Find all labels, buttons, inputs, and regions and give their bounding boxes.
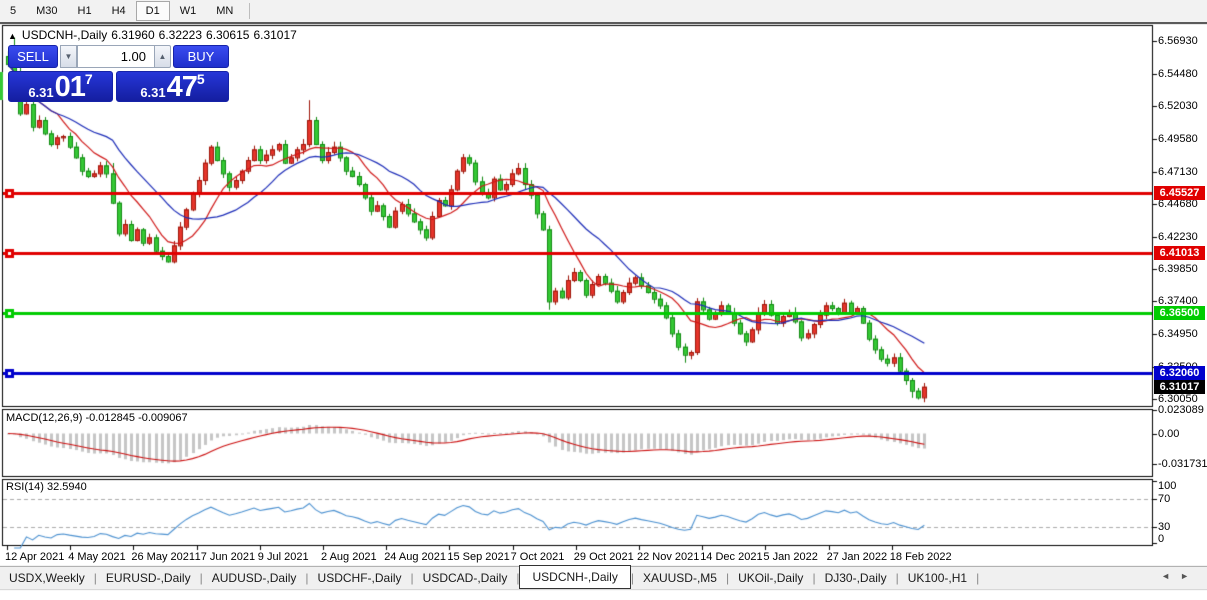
price-tick-label: 6.56930 <box>1158 35 1198 47</box>
volume-decrease-button[interactable]: ▼ <box>60 45 77 68</box>
macd-indicator-label: MACD(12,26,9) -0.012845 -0.009067 <box>6 412 188 424</box>
date-tick-label: 17 Jun 2021 <box>194 551 256 563</box>
buy-price-prefix: 6.31 <box>140 85 166 100</box>
toolbar-separator <box>249 3 251 19</box>
ohlc-close: 6.31017 <box>253 28 297 42</box>
sell-button[interactable]: SELL <box>8 45 58 68</box>
chart-tab-uk100-h1[interactable]: UK100-,H1 <box>899 569 976 587</box>
chart-tab-audusd-daily[interactable]: AUDUSD-,Daily <box>203 569 306 587</box>
price-tick-label: 6.47130 <box>1158 165 1198 178</box>
date-tick-label: 29 Oct 2021 <box>573 551 634 563</box>
timeframe-button-5[interactable]: 5 <box>0 1 26 21</box>
price-tick-label: 6.34950 <box>1158 328 1198 341</box>
sell-price-display[interactable]: 6.31 01 7 <box>8 71 113 102</box>
chart-tab-ukoil-daily[interactable]: UKOil-,Daily <box>729 569 812 587</box>
timeframe-button-h4[interactable]: H4 <box>102 1 136 21</box>
price-tick-label: 6.44680 <box>1158 198 1198 211</box>
sell-price-big-digits: 01 <box>54 71 86 103</box>
date-tick-label: 18 Feb 2022 <box>889 551 952 563</box>
horizontal-line-price-tag[interactable]: 6.36500 <box>1154 306 1205 321</box>
chart-symbol-title: USDCNH-,Daily <box>21 28 108 42</box>
ohlc-low: 6.30615 <box>206 28 250 42</box>
collapse-chart-icon[interactable]: ▲ <box>8 31 17 41</box>
volume-input[interactable] <box>77 45 154 68</box>
buy-price-display[interactable]: 6.31 47 5 <box>116 71 229 102</box>
rsi-indicator-label: RSI(14) 32.5940 <box>6 481 87 493</box>
chart-tab-usdchf-daily[interactable]: USDCHF-,Daily <box>309 569 411 587</box>
date-tick-label: 5 Jan 2022 <box>763 551 818 563</box>
chart-tab-usdcnh-daily[interactable]: USDCNH-,Daily <box>519 565 631 589</box>
ohlc-high: 6.32223 <box>158 28 203 42</box>
date-tick-label: 14 Dec 2021 <box>700 551 763 563</box>
chart-tab-eurusd-daily[interactable]: EURUSD-,Daily <box>97 569 200 587</box>
chart-header[interactable]: ▲ USDCNH-,Daily 6.31960 6.32223 6.30615 6.310… <box>8 28 301 42</box>
date-tick-label: 15 Sep 2021 <box>447 551 510 563</box>
ohlc-open: 6.31960 <box>111 28 155 42</box>
chart-tabs: USDX,Weekly | EURUSD-,Daily | AUDUSD-,Daily |… <box>0 565 980 589</box>
chart-tab-usdx-weekly[interactable]: USDX,Weekly <box>0 569 94 587</box>
timeframe-button-w1[interactable]: W1 <box>170 1 207 21</box>
chart-tab-bar: USDX,Weekly | EURUSD-,Daily | AUDUSD-,Daily |… <box>0 565 1207 589</box>
date-tick-label: 26 May 2021 <box>131 551 195 563</box>
timeframe-button-m30[interactable]: M30 <box>26 1 67 21</box>
date-tick-label: 27 Jan 2022 <box>826 551 888 563</box>
volume-increase-button[interactable]: ▲ <box>154 45 171 68</box>
one-click-trading-panel: SELL ▼ ▲ BUY 6.31 01 7 6.31 47 5 <box>8 44 229 102</box>
sell-price-prefix: 6.31 <box>28 85 54 100</box>
macd-tick-label: 0.00 <box>1158 427 1180 440</box>
sell-price-pip-digit: 7 <box>84 71 93 87</box>
date-tick-label: 12 Apr 2021 <box>5 551 65 563</box>
caret-up-icon: ▲ <box>158 52 167 61</box>
date-tick-label: 4 May 2021 <box>68 551 126 563</box>
price-tick-label: 6.52030 <box>1158 100 1198 113</box>
tab-scroll-arrows: ◄► <box>1161 571 1199 581</box>
caret-down-icon: ▼ <box>64 52 73 61</box>
horizontal-line-price-tag[interactable]: 6.45527 <box>1154 186 1205 201</box>
timeframe-button-mn[interactable]: MN <box>206 1 243 21</box>
macd-tick-label: 0.023089 <box>1158 404 1204 417</box>
price-tick-label: 6.54480 <box>1158 67 1198 80</box>
date-tick-label: 9 Jul 2021 <box>257 551 309 563</box>
chart-tab-xauusd-m5[interactable]: XAUUSD-,M5 <box>634 569 726 587</box>
date-tick-label: 2 Aug 2021 <box>321 551 377 563</box>
rsi-tick-label: 0 <box>1158 533 1165 545</box>
rsi-tick-label: 30 <box>1158 521 1171 533</box>
timeframe-toolbar: 5 M30 H1 H4 D1 W1 MN <box>0 0 1207 22</box>
tab-separator: | <box>976 571 980 585</box>
timeframe-button-d1[interactable]: D1 <box>135 1 170 21</box>
chart-tab-dj30-daily[interactable]: DJ30-,Daily <box>816 569 896 587</box>
chart-tab-usdcad-daily[interactable]: USDCAD-,Daily <box>414 569 517 587</box>
tab-scroll-right-icon[interactable]: ► <box>1180 571 1199 581</box>
date-tick-label: 22 Nov 2021 <box>637 551 700 563</box>
macd-tick-label: -0.031731 <box>1158 458 1207 470</box>
tab-scroll-left-icon[interactable]: ◄ <box>1161 571 1180 581</box>
timeframe-button-h1[interactable]: H1 <box>68 1 102 21</box>
horizontal-line-price-tag[interactable]: 6.41013 <box>1154 246 1205 261</box>
rsi-tick-label: 100 <box>1158 480 1177 492</box>
date-tick-label: 24 Aug 2021 <box>384 551 446 563</box>
buy-price-pip-digit: 5 <box>196 71 205 87</box>
buy-price-big-digits: 47 <box>166 71 198 103</box>
rsi-tick-label: 70 <box>1158 493 1171 505</box>
date-tick-label: 7 Oct 2021 <box>510 551 565 563</box>
price-tick-label: 6.39850 <box>1158 262 1198 275</box>
buy-button[interactable]: BUY <box>173 45 229 68</box>
current-price-tag[interactable]: 6.31017 <box>1154 379 1205 394</box>
price-tick-label: 6.49580 <box>1158 133 1198 145</box>
price-tick-label: 6.42230 <box>1158 231 1198 243</box>
horizontal-line-price-tag[interactable]: 6.32060 <box>1154 365 1205 380</box>
